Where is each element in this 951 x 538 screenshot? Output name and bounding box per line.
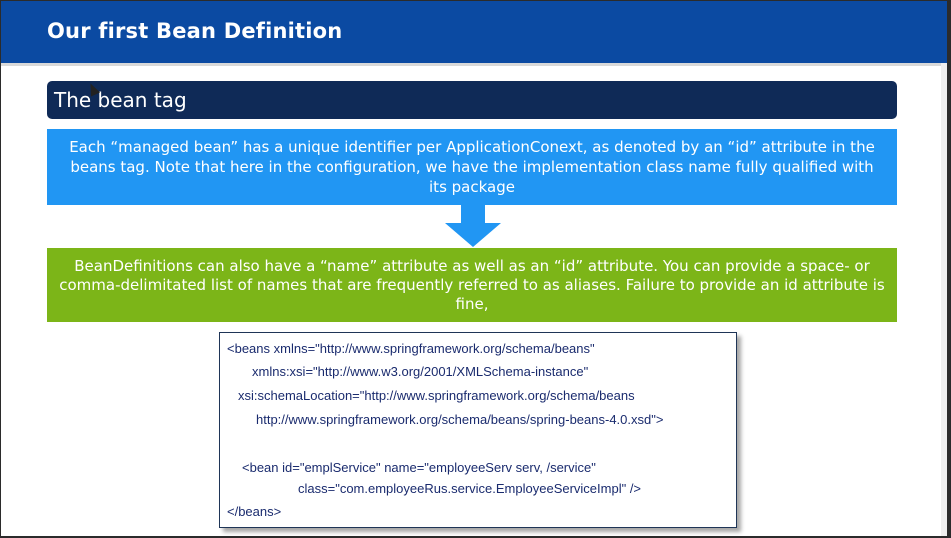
code-line: <beans xmlns="http://www.springframework… xyxy=(227,341,595,356)
section-header: The bean tag xyxy=(47,81,897,119)
scrollbar[interactable] xyxy=(941,63,947,536)
code-line: </beans> xyxy=(227,504,282,519)
down-arrow-icon xyxy=(445,205,501,247)
slide-title: Our first Bean Definition xyxy=(47,19,343,43)
code-line: xmlns:xsi="http://www.w3.org/2001/XMLSch… xyxy=(252,364,589,379)
xml-code-sample: <beans xmlns="http://www.springframework… xyxy=(219,332,737,528)
title-bar: Our first Bean Definition xyxy=(1,1,947,66)
section-header-text: The bean tag xyxy=(54,88,187,112)
code-line: xsi:schemaLocation="http://www.springfra… xyxy=(238,388,635,403)
slide: Our first Bean Definition The bean tag E… xyxy=(1,1,947,536)
code-line: http://www.springframework.org/schema/be… xyxy=(256,412,664,427)
code-line: <bean id="emplService" name="employeeSer… xyxy=(242,460,596,475)
id-attribute-explanation: Each “managed bean” has a unique identif… xyxy=(47,129,897,205)
code-line: class="com.employeeRus.service.EmployeeS… xyxy=(298,481,642,496)
name-attribute-explanation: BeanDefinitions can also have a “name” a… xyxy=(47,248,897,322)
